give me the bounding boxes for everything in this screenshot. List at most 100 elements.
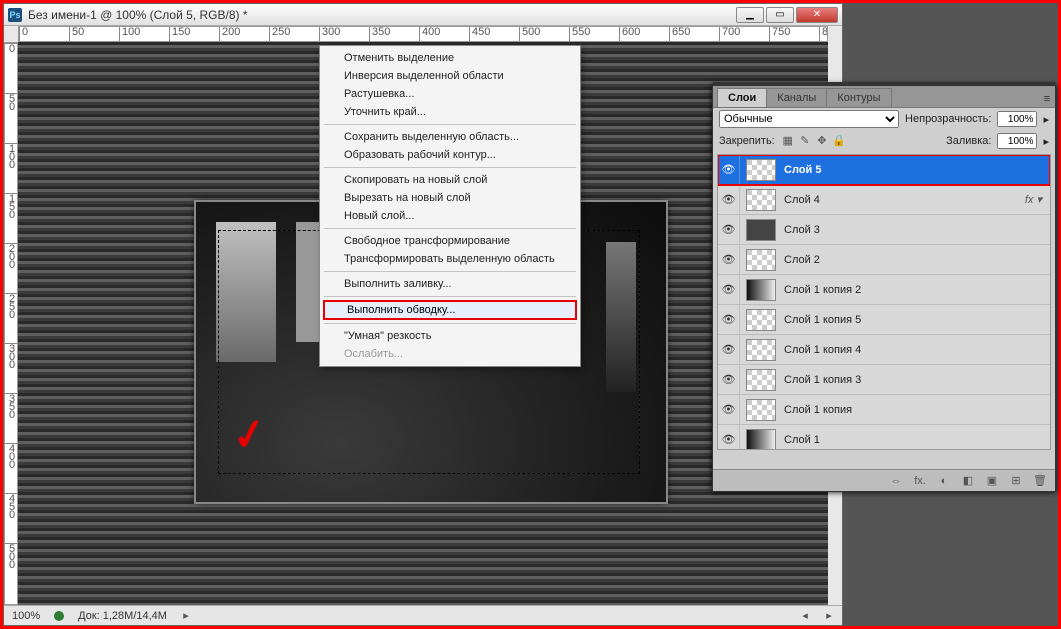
menu-item[interactable]: Выполнить заливку... [322,275,578,293]
visibility-eye-icon[interactable]: 👁 [718,185,740,214]
menu-item[interactable]: Уточнить край... [322,103,578,121]
layer-name[interactable]: Слой 1 копия 3 [782,374,1050,386]
opacity-arrow-icon[interactable]: ▸ [1043,113,1049,126]
layer-thumbnail[interactable] [746,249,776,271]
minimize-button[interactable] [736,7,764,23]
panel-footer-icon[interactable]: ⇔ [889,475,903,487]
layer-row[interactable]: 👁 Слой 3 [718,215,1050,245]
tab-paths[interactable]: Контуры [826,88,891,107]
layer-row[interactable]: 👁 Слой 1 [718,425,1050,450]
status-bar: 100% Док: 1,28M/14,4M ▸ ◂ ▸ [4,605,842,625]
layers-panel[interactable]: Слои Каналы Контуры ≡ Обычные Непрозрачн… [712,85,1056,492]
layer-name[interactable]: Слой 1 копия 2 [782,284,1050,296]
menu-item-highlighted[interactable]: Выполнить обводку... [323,300,577,320]
menu-item[interactable]: Растушевка... [322,85,578,103]
layer-row[interactable]: 👁 Слой 5 [718,155,1050,185]
menu-item[interactable]: Новый слой... [322,207,578,225]
layer-thumbnail[interactable] [746,369,776,391]
layer-row[interactable]: 👁 Слой 4fx ▾ [718,185,1050,215]
panel-footer-icon[interactable]: 🗑 [1033,474,1047,487]
context-menu[interactable]: Отменить выделениеИнверсия выделенной об… [319,45,581,367]
tab-layers[interactable]: Слои [717,88,767,107]
layer-name[interactable]: Слой 2 [782,254,1050,266]
layer-name[interactable]: Слой 1 копия 5 [782,314,1050,326]
layer-thumbnail[interactable] [746,309,776,331]
visibility-eye-icon[interactable]: 👁 [718,365,740,394]
visibility-eye-icon[interactable]: 👁 [718,335,740,364]
panel-menu-icon[interactable]: ≡ [1039,91,1055,107]
lock-all-icon[interactable]: 🔒 [832,134,846,148]
layer-name[interactable]: Слой 5 [782,164,1050,176]
layer-thumbnail[interactable] [746,339,776,361]
layer-name[interactable]: Слой 1 копия 4 [782,344,1050,356]
layer-name[interactable]: Слой 3 [782,224,1050,236]
ruler-tick: 650 [669,27,690,42]
visibility-eye-icon[interactable]: 👁 [718,155,740,184]
visibility-eye-icon[interactable]: 👁 [718,395,740,424]
layer-row[interactable]: 👁 Слой 1 копия 3 [718,365,1050,395]
close-button[interactable] [796,7,838,23]
layers-list[interactable]: 👁 Слой 5 👁 Слой 4fx ▾ 👁 Слой 3 👁 Слой 2 👁 Слой 1 … [717,154,1051,450]
menu-item[interactable]: Трансформировать выделенную область [322,250,578,268]
ruler-tick: 800 [819,27,828,42]
lock-transparency-icon[interactable]: ▦ [781,134,795,148]
maximize-button[interactable] [766,7,794,23]
visibility-eye-icon[interactable]: 👁 [718,215,740,244]
visibility-eye-icon[interactable]: 👁 [718,425,740,450]
title-bar[interactable]: Ps Без имени-1 @ 100% (Слой 5, RGB/8) * [4,4,842,26]
fill-arrow-icon[interactable]: ▸ [1043,135,1049,148]
lock-icons[interactable]: ▦ ✎ ✥ 🔒 [781,134,846,148]
vertical-ruler[interactable]: 050100150200250300350400450500 [4,42,18,605]
menu-item[interactable]: "Умная" резкость [322,327,578,345]
ruler-tick: 700 [719,27,740,42]
visibility-eye-icon[interactable]: 👁 [718,275,740,304]
layer-thumbnail[interactable] [746,219,776,241]
layer-thumbnail[interactable] [746,159,776,181]
layer-fx-icon[interactable]: fx ▾ [1025,193,1050,206]
menu-separator [324,323,576,324]
ruler-tick: 50 [5,93,18,111]
scroll-right-icon[interactable]: ▸ [824,609,834,622]
layer-name[interactable]: Слой 1 копия [782,404,1050,416]
panel-footer-icon[interactable]: ◧ [961,474,975,487]
blend-mode-select[interactable]: Обычные [719,110,899,128]
menu-item[interactable]: Сохранить выделенную область... [322,128,578,146]
layer-row[interactable]: 👁 Слой 1 копия 2 [718,275,1050,305]
status-arrow-icon[interactable]: ▸ [181,609,191,622]
layer-thumbnail[interactable] [746,189,776,211]
menu-item[interactable]: Скопировать на новый слой [322,171,578,189]
opacity-input[interactable] [997,111,1037,127]
menu-item[interactable]: Отменить выделение [322,49,578,67]
horizontal-ruler[interactable]: 0501001502002503003504004505005506006507… [18,26,828,42]
layer-row[interactable]: 👁 Слой 1 копия [718,395,1050,425]
layer-name[interactable]: Слой 4 [782,194,1025,206]
layer-row[interactable]: 👁 Слой 2 [718,245,1050,275]
layer-row[interactable]: 👁 Слой 1 копия 4 [718,335,1050,365]
menu-item[interactable]: Инверсия выделенной области [322,67,578,85]
layer-thumbnail[interactable] [746,279,776,301]
ruler-tick: 450 [5,493,18,519]
ruler-tick: 250 [5,293,18,319]
layer-row[interactable]: 👁 Слой 1 копия 5 [718,305,1050,335]
panel-footer-icon[interactable]: ◐ [937,475,951,487]
menu-item[interactable]: Свободное трансформирование [322,232,578,250]
zoom-value[interactable]: 100% [12,610,40,622]
layer-name[interactable]: Слой 1 [782,434,1050,446]
layer-thumbnail[interactable] [746,429,776,451]
panel-footer-icon[interactable]: ⊞ [1009,474,1023,487]
panel-grip[interactable] [713,82,1055,86]
visibility-eye-icon[interactable]: 👁 [718,305,740,334]
panel-footer-icon[interactable]: fx. [913,475,927,487]
lock-move-icon[interactable]: ✥ [815,134,829,148]
visibility-eye-icon[interactable]: 👁 [718,245,740,274]
layer-thumbnail[interactable] [746,399,776,421]
ruler-tick: 400 [5,443,18,469]
scroll-left-icon[interactable]: ◂ [800,609,810,622]
status-indicator-icon [54,611,64,621]
tab-channels[interactable]: Каналы [766,88,827,107]
panel-footer-icon[interactable]: ▣ [985,474,999,487]
fill-input[interactable] [997,133,1037,149]
lock-paint-icon[interactable]: ✎ [798,134,812,148]
menu-item[interactable]: Вырезать на новый слой [322,189,578,207]
menu-item[interactable]: Образовать рабочий контур... [322,146,578,164]
